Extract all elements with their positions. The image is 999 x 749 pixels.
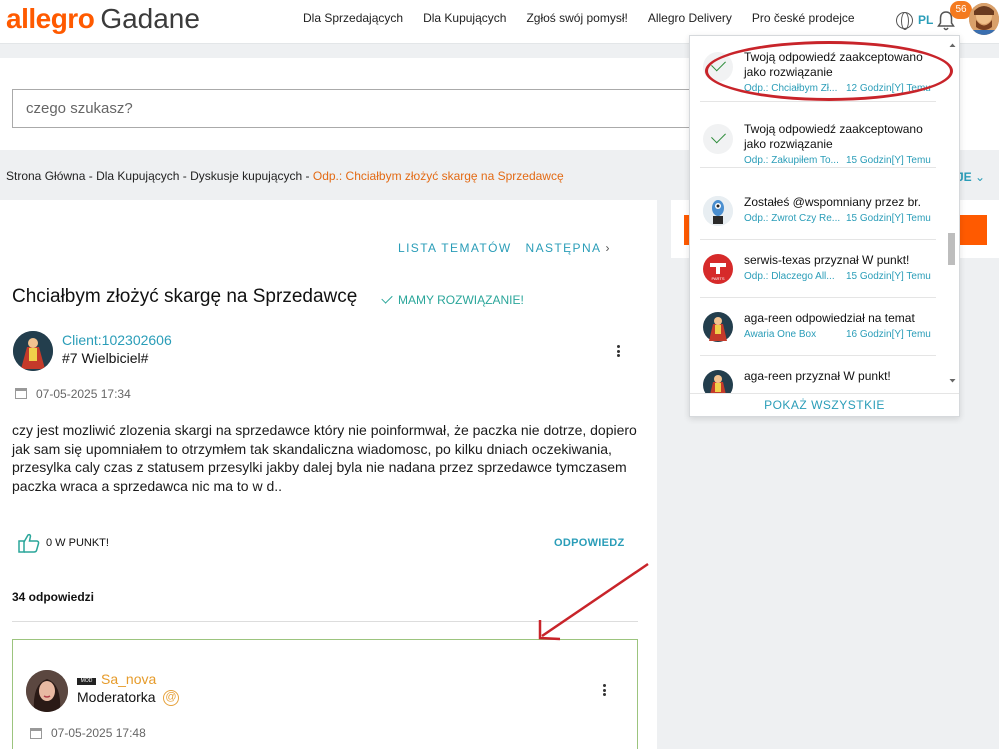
chevron-down-icon: ⌄	[975, 170, 986, 184]
notification-item[interactable]: PARTS serwis-texas przyznał W punkt! Odp…	[700, 240, 936, 298]
nav-item-idea[interactable]: Zgłoś swój pomysł!	[526, 11, 627, 25]
notification-ref[interactable]: Odp.: Dlaczego All...	[744, 271, 840, 282]
notification-time: 16 Godzin[Y] Temu	[846, 329, 931, 340]
svg-text:PARTS: PARTS	[712, 276, 725, 281]
nav-item-czech[interactable]: Pro české prodejce	[752, 11, 855, 25]
at-icon: @	[163, 690, 179, 706]
notification-text: serwis-texas przyznał W punkt!	[744, 253, 910, 267]
reply-date: 07-05-2025 17:48	[51, 726, 146, 740]
logo-brand: allegro	[6, 3, 95, 34]
notification-ref[interactable]: Awaria One Box	[744, 329, 840, 340]
author-avatar[interactable]	[13, 331, 53, 371]
nav-item-delivery[interactable]: Allegro Delivery	[648, 11, 732, 25]
thumbs-up-icon[interactable]	[18, 533, 40, 553]
user-avatar-icon	[703, 312, 733, 342]
notification-text: Twoją odpowiedź zaakceptowano jako rozwi…	[744, 122, 923, 151]
kudos-count: 0 W PUNKT!	[46, 537, 109, 549]
scrollbar-thumb[interactable]	[948, 233, 955, 265]
show-all-button[interactable]: POKAŻ WSZYSTKIE	[690, 393, 959, 416]
topic-title: Chciałbym złożyć skargę na Sprzedawcę	[12, 286, 358, 307]
search-input[interactable]: czego szukasz?	[12, 89, 712, 128]
reply-author-name[interactable]: Sa_nova	[101, 671, 156, 687]
solved-label: MAMY ROZWIĄZANIE!	[398, 293, 524, 307]
notification-ref[interactable]: Odp.: Zakupiłem To...	[744, 155, 840, 166]
user-avatar-icon	[703, 196, 733, 226]
breadcrumb-current: Odp.: Chciałbym złożyć skargę na Sprzeda…	[312, 169, 564, 183]
topic-navigation: LISTA TEMATÓW NASTĘPNA ›	[398, 241, 625, 255]
language-selector[interactable]: PL	[918, 13, 933, 27]
notification-text: Zostałeś @wspomniany przez br.	[744, 195, 921, 209]
post-date: 07-05-2025 17:34	[36, 387, 131, 401]
notification-text: aga-reen przyznał W punkt!	[744, 369, 891, 383]
user-avatar[interactable]	[969, 3, 999, 35]
notification-meta: Odp.: Zakupiłem To... 15 Godzin[Y] Temu	[744, 155, 931, 166]
reply-author-role: Moderatorka	[77, 689, 156, 705]
breadcrumb-buyers[interactable]: Dla Kupujących	[96, 169, 179, 183]
logo[interactable]: allegro Gadane	[6, 3, 200, 35]
notification-time: 15 Godzin[Y] Temu	[846, 155, 931, 166]
topic-list-link[interactable]: LISTA TEMATÓW	[398, 241, 512, 255]
calendar-icon	[15, 388, 27, 399]
reply-menu-icon[interactable]	[603, 684, 607, 696]
check-icon	[703, 124, 733, 154]
calendar-icon	[30, 728, 42, 739]
author-rank: #7 Wielbiciel#	[62, 350, 149, 366]
notification-item[interactable]: Twoją odpowiedź zaakceptowano jako rozwi…	[700, 110, 936, 168]
breadcrumb-discussions[interactable]: Dyskusje kupujących	[190, 169, 302, 183]
author-name[interactable]: Client:102302606	[62, 332, 172, 348]
main-nav: Dla Sprzedających Dla Kupujących Zgłoś s…	[303, 11, 855, 25]
notification-text: aga-reen odpowiedział na temat	[744, 311, 915, 325]
moderator-tag: MOD	[77, 678, 96, 685]
reply-button[interactable]: ODPOWIEDZ	[554, 537, 625, 549]
dropdown-scrollbar[interactable]	[948, 42, 957, 384]
nav-item-buyers[interactable]: Dla Kupujących	[423, 11, 506, 25]
reply-author-avatar[interactable]	[26, 670, 68, 712]
breadcrumb-separator: -	[302, 169, 313, 183]
notification-ref[interactable]: Odp.: Zwrot Czy Re...	[744, 213, 840, 224]
post-body: czy jest mozliwić zlozenia skargi na spr…	[12, 422, 637, 494]
breadcrumb: Strona Główna - Dla Kupujących - Dyskusj…	[6, 169, 564, 183]
accepted-reply-card: MOD Sa_nova Moderatorka @ 07-05-2025 17:…	[12, 639, 638, 749]
annotation-ellipse	[705, 41, 953, 101]
topic-card: LISTA TEMATÓW NASTĘPNA › Chciałbym złożyć …	[0, 200, 657, 749]
next-topic-link[interactable]: NASTĘPNA	[526, 241, 602, 255]
user-avatar-icon: PARTS	[703, 254, 733, 284]
nav-item-sellers[interactable]: Dla Sprzedających	[303, 11, 403, 25]
post-menu-icon[interactable]	[617, 345, 621, 357]
chevron-right-icon[interactable]: ›	[605, 241, 610, 255]
notification-time: 15 Godzin[Y] Temu	[846, 271, 931, 282]
annotation-arrow	[538, 562, 649, 641]
notification-meta: Awaria One Box 16 Godzin[Y] Temu	[744, 329, 931, 340]
breadcrumb-separator: -	[179, 169, 191, 183]
globe-icon[interactable]	[896, 12, 913, 30]
breadcrumb-separator: -	[85, 169, 97, 183]
logo-subbrand: Gadane	[100, 3, 200, 34]
breadcrumb-home[interactable]: Strona Główna	[6, 169, 85, 183]
notification-meta: Odp.: Zwrot Czy Re... 15 Godzin[Y] Temu	[744, 213, 931, 224]
replies-count: 34 odpowiedzi	[12, 590, 95, 604]
notification-time: 15 Godzin[Y] Temu	[846, 213, 931, 224]
options-dropdown[interactable]: JE ⌄	[957, 170, 985, 184]
check-icon	[381, 292, 393, 304]
notification-item[interactable]: aga-reen odpowiedział na temat Awaria On…	[700, 298, 936, 356]
notification-meta: Odp.: Dlaczego All... 15 Godzin[Y] Temu	[744, 271, 931, 282]
solved-badge[interactable]: MAMY ROZWIĄZANIE!	[381, 292, 524, 307]
notification-item[interactable]: Zostałeś @wspomniany przez br. Odp.: Zwr…	[700, 182, 936, 240]
